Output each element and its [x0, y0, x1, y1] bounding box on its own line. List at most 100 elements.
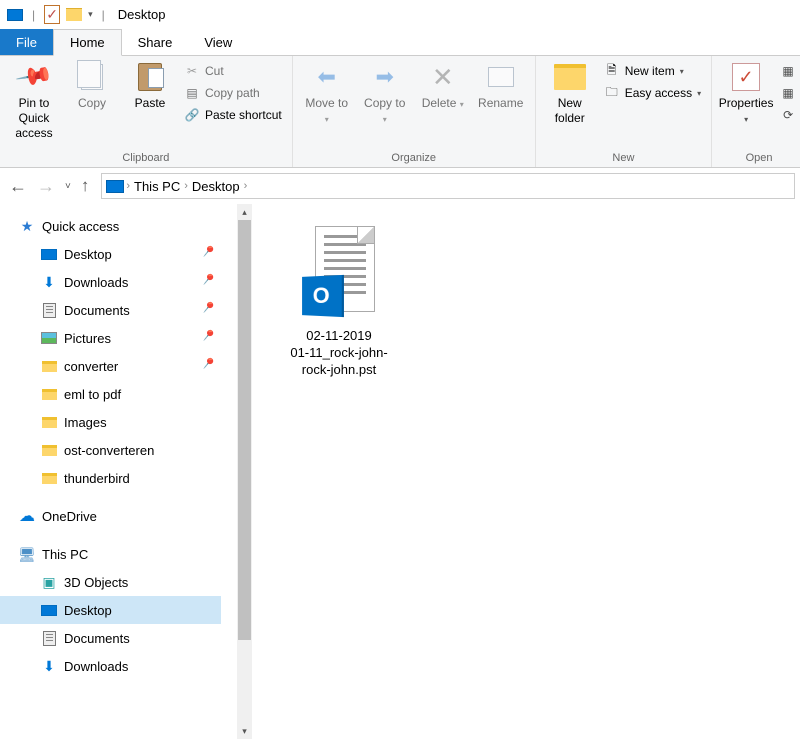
- button-label: Delete: [422, 96, 457, 110]
- nav-tp-desktop[interactable]: Desktop: [0, 596, 221, 624]
- open-extra-2[interactable]: ▦: [776, 83, 800, 103]
- button-label: Rename: [478, 96, 523, 111]
- move-to-button[interactable]: ⬅ Move to ▾: [299, 59, 355, 128]
- pin-icon: 📍: [198, 298, 223, 322]
- separator: |: [32, 8, 35, 22]
- scroll-up-button[interactable]: ▴: [237, 204, 252, 220]
- file-item-pst[interactable]: O 02-11-2019 01-11_rock-john- rock-john.…: [264, 226, 414, 379]
- ribbon-group-open: ✓ Properties▾ ▦ ▦ ⟳ Open: [712, 56, 800, 167]
- nav-pictures[interactable]: Pictures 📍: [0, 324, 221, 352]
- pin-icon: 📌: [12, 55, 57, 100]
- nav-thunderbird[interactable]: thunderbird: [0, 464, 221, 492]
- scroll-down-button[interactable]: ▾: [237, 723, 252, 739]
- separator: |: [102, 8, 105, 22]
- titlebar: | ✓ ▾ | Desktop: [0, 0, 800, 29]
- button-label: Paste shortcut: [205, 108, 282, 122]
- nav-tp-downloads[interactable]: ⬇ Downloads: [0, 652, 221, 680]
- file-view[interactable]: O 02-11-2019 01-11_rock-john- rock-john.…: [252, 204, 800, 739]
- nav-downloads[interactable]: ⬇ Downloads 📍: [0, 268, 221, 296]
- new-folder-button[interactable]: New folder: [542, 59, 598, 128]
- nav-this-pc[interactable]: 🖥 This PC: [0, 540, 221, 568]
- open-extra-1[interactable]: ▦: [776, 61, 800, 81]
- copy-path-icon: ▤: [184, 85, 200, 101]
- new-item-icon: 🗎: [604, 63, 620, 79]
- nav-label: OneDrive: [42, 509, 97, 524]
- nav-documents[interactable]: Documents 📍: [0, 296, 221, 324]
- address-bar[interactable]: › This PC › Desktop ›: [101, 173, 795, 199]
- pin-icon: 📍: [198, 242, 223, 266]
- copy-path-button[interactable]: ▤ Copy path: [180, 83, 286, 103]
- icon: ▦: [780, 85, 796, 101]
- properties-button[interactable]: ✓ Properties▾: [718, 59, 774, 128]
- button-label: Paste: [135, 96, 166, 111]
- download-icon: ⬇: [40, 274, 58, 291]
- chevron-right-icon[interactable]: ›: [244, 180, 248, 192]
- paste-button[interactable]: Paste: [122, 59, 178, 113]
- history-dropdown-icon[interactable]: ˅: [65, 181, 71, 192]
- new-item-button[interactable]: 🗎 New item ▾: [600, 61, 705, 81]
- nav-label: Pictures: [64, 331, 111, 346]
- icon: ⟳: [780, 107, 796, 123]
- chevron-down-icon: ▾: [383, 115, 387, 124]
- cut-button[interactable]: ✂ Cut: [180, 61, 286, 81]
- chevron-down-icon: ▾: [325, 115, 329, 124]
- chevron-down-icon: ▾: [680, 67, 684, 76]
- easy-access-button[interactable]: 🗀 Easy access ▾: [600, 83, 705, 103]
- nav-ost-converteren[interactable]: ost-converteren: [0, 436, 221, 464]
- copy-button[interactable]: Copy: [64, 59, 120, 113]
- chevron-down-icon: ▾: [460, 100, 464, 109]
- new-folder-icon: [554, 61, 586, 93]
- nav-buttons: ← → ˅ ↑: [5, 176, 93, 197]
- nav-onedrive[interactable]: ☁ OneDrive: [0, 502, 221, 530]
- nav-label: Documents: [64, 631, 130, 646]
- nav-label: This PC: [42, 547, 88, 562]
- qat-dropdown-icon[interactable]: ▾: [88, 9, 93, 20]
- button-label: Pin to Quick access: [10, 96, 58, 141]
- rename-button[interactable]: Rename: [473, 59, 529, 113]
- rename-icon: [485, 61, 517, 93]
- forward-button[interactable]: →: [37, 176, 55, 197]
- address-bar-row: ← → ˅ ↑ › This PC › Desktop ›: [0, 168, 800, 204]
- tab-view[interactable]: View: [188, 29, 248, 55]
- breadcrumb-desktop[interactable]: Desktop: [188, 179, 244, 194]
- nav-label: Desktop: [64, 603, 112, 618]
- button-label: Easy access: [625, 86, 692, 100]
- up-button[interactable]: ↑: [81, 176, 90, 196]
- nav-label: Quick access: [42, 219, 119, 234]
- monitor-icon: [40, 605, 58, 616]
- tab-file[interactable]: File: [0, 29, 53, 55]
- monitor-icon: [40, 249, 58, 260]
- scissors-icon: ✂: [184, 63, 200, 79]
- nav-label: eml to pdf: [64, 387, 121, 402]
- open-extra-3[interactable]: ⟳: [776, 105, 800, 125]
- navigation-pane: ★ Quick access Desktop 📍 ⬇ Downloads 📍 D…: [0, 204, 252, 739]
- nav-images[interactable]: Images: [0, 408, 221, 436]
- icon: ▦: [780, 63, 796, 79]
- nav-converter[interactable]: converter 📍: [0, 352, 221, 380]
- nav-tp-documents[interactable]: Documents: [0, 624, 221, 652]
- pin-icon: 📍: [198, 326, 223, 350]
- pin-to-quick-access-button[interactable]: 📌 Pin to Quick access: [6, 59, 62, 143]
- chevron-down-icon: ▾: [744, 115, 748, 124]
- paste-shortcut-button[interactable]: 🔗 Paste shortcut: [180, 105, 286, 125]
- tab-home[interactable]: Home: [53, 29, 122, 56]
- properties-qat-icon[interactable]: ✓: [44, 5, 60, 24]
- tab-share[interactable]: Share: [122, 29, 189, 55]
- properties-icon: ✓: [730, 61, 762, 93]
- group-label: Clipboard: [6, 150, 286, 167]
- nav-label: Documents: [64, 303, 130, 318]
- nav-eml-to-pdf[interactable]: eml to pdf: [0, 380, 221, 408]
- breadcrumb-this-pc[interactable]: This PC: [130, 179, 184, 194]
- copy-to-button[interactable]: ➡ Copy to ▾: [357, 59, 413, 128]
- scrollbar[interactable]: ▴ ▾: [237, 204, 252, 739]
- scroll-thumb[interactable]: [238, 220, 251, 640]
- delete-icon: ✕: [427, 61, 459, 93]
- paste-shortcut-icon: 🔗: [184, 107, 200, 123]
- button-label: Copy path: [205, 86, 260, 100]
- nav-3d-objects[interactable]: ▣ 3D Objects: [0, 568, 221, 596]
- nav-quick-access[interactable]: ★ Quick access: [0, 212, 221, 240]
- delete-button[interactable]: ✕ Delete ▾: [415, 59, 471, 113]
- nav-desktop[interactable]: Desktop 📍: [0, 240, 221, 268]
- back-button[interactable]: ←: [9, 176, 27, 197]
- folder-qat-icon[interactable]: [66, 8, 82, 21]
